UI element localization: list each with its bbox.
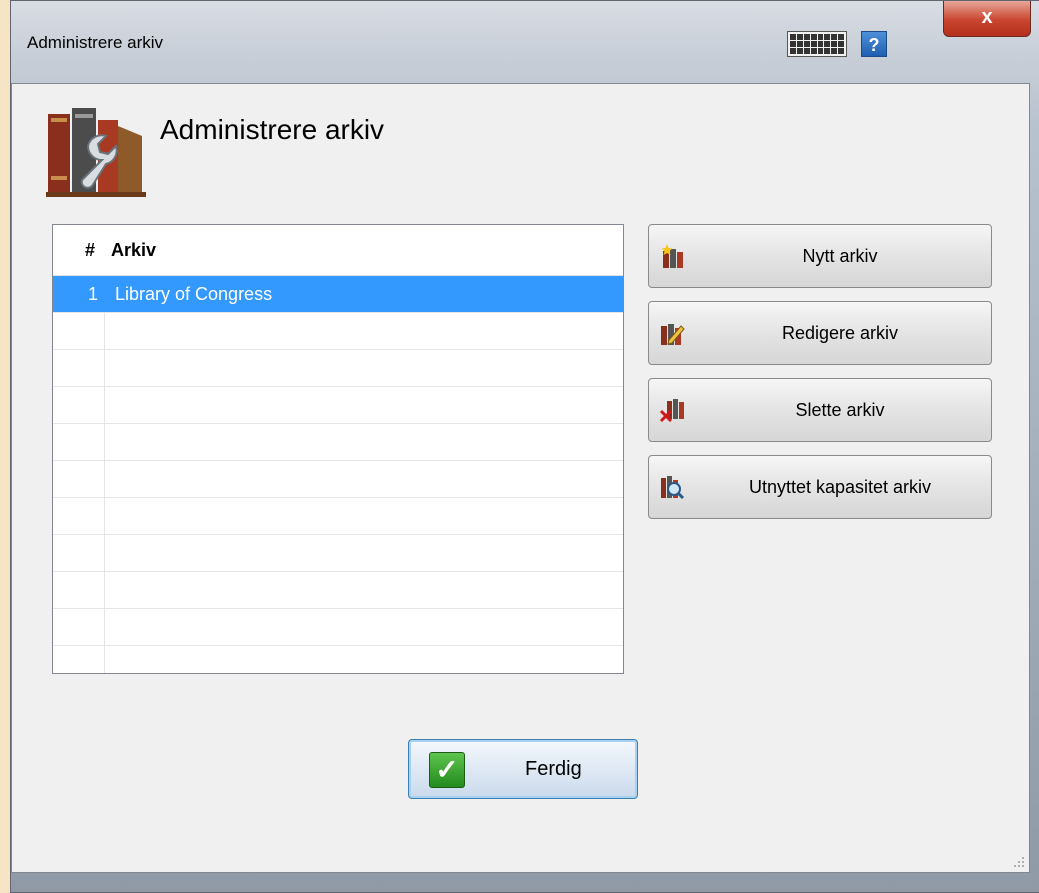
dialog-content: Administrere arkiv # Arkiv 1 Library of … — [11, 83, 1030, 873]
delete-archive-icon — [659, 399, 684, 423]
capacity-archive-button[interactable]: Utnyttet kapasitet arkiv — [648, 455, 992, 519]
delete-archive-button[interactable]: Slette arkiv — [648, 378, 992, 442]
list-row-empty — [53, 424, 623, 461]
list-row-empty — [53, 350, 623, 387]
new-archive-label: Nytt arkiv — [802, 245, 878, 266]
done-button[interactable]: ✓ Ferdig — [408, 739, 638, 799]
delete-archive-label: Slette arkiv — [795, 399, 885, 420]
list-row-empty — [53, 572, 623, 609]
list-row[interactable]: 1 Library of Congress — [53, 276, 623, 313]
column-header-archive[interactable]: Arkiv — [105, 240, 156, 261]
list-row-empty — [53, 535, 623, 572]
list-header: # Arkiv — [53, 225, 623, 276]
page-title: Administrere arkiv — [160, 114, 385, 145]
archive-tools-icon — [46, 108, 146, 197]
title-bar: Administrere arkiv ? x — [11, 1, 1039, 83]
new-archive-button[interactable]: Nytt arkiv — [648, 224, 992, 288]
help-icon[interactable]: ? — [861, 31, 887, 57]
list-row-empty — [53, 387, 623, 424]
capacity-search-icon — [661, 476, 685, 500]
dialog-window: Administrere arkiv ? x Administrere arki… — [10, 0, 1039, 893]
window-title: Administrere arkiv — [27, 33, 164, 52]
capacity-archive-label: Utnyttet kapasitet arkiv — [748, 476, 932, 497]
row-number: 1 — [53, 276, 105, 312]
row-archive-name: Library of Congress — [115, 283, 273, 304]
done-label: Ferdig — [525, 758, 582, 780]
resize-grip-icon[interactable] — [1013, 856, 1025, 868]
edit-archive-icon — [661, 324, 685, 345]
edit-archive-label: Redigere arkiv — [781, 322, 899, 343]
close-button[interactable]: x — [943, 1, 1031, 37]
column-header-number[interactable]: # — [53, 240, 105, 261]
checkmark-icon: ✓ — [429, 752, 465, 788]
list-row-empty — [53, 498, 623, 535]
list-row-empty — [53, 646, 623, 673]
list-row-empty — [53, 609, 623, 646]
new-archive-icon — [661, 244, 683, 268]
keyboard-icon[interactable] — [787, 31, 847, 57]
list-row-empty — [53, 313, 623, 350]
list-row-empty — [53, 461, 623, 498]
edit-archive-button[interactable]: Redigere arkiv — [648, 301, 992, 365]
archive-list: # Arkiv 1 Library of Congress — [52, 224, 624, 674]
